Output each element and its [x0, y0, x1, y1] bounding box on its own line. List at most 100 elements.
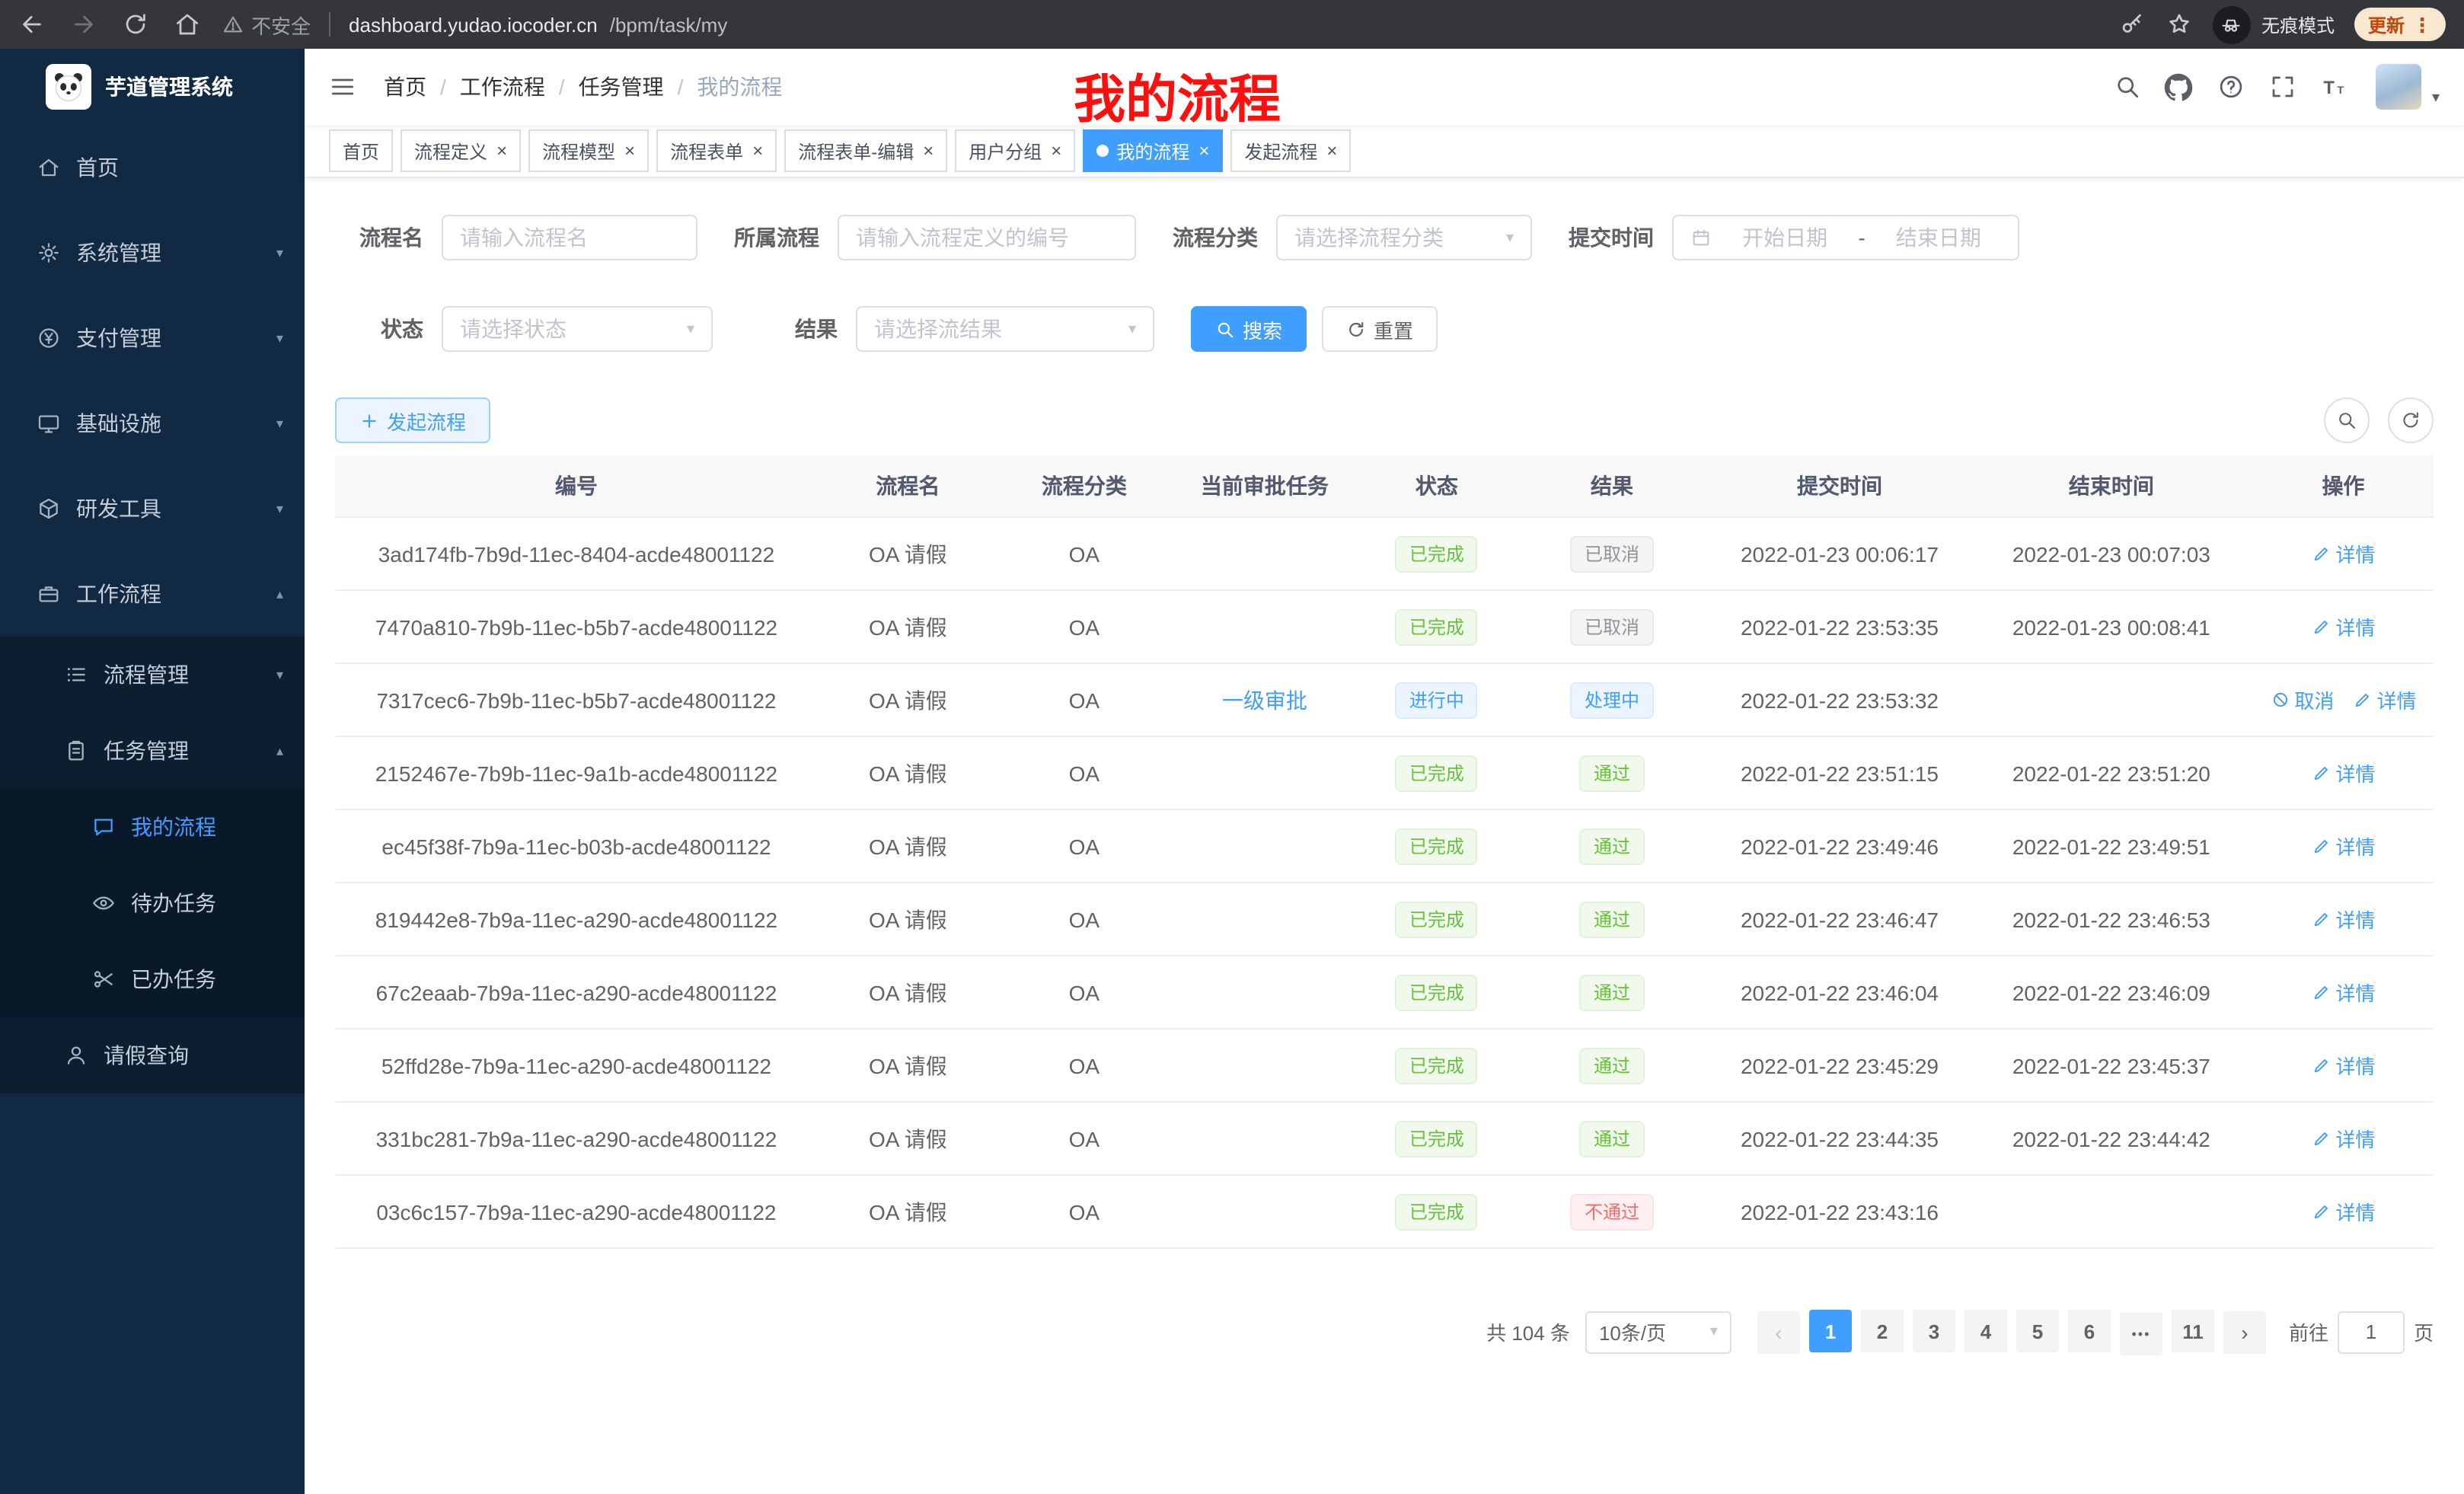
reset-button[interactable]: 重置	[1322, 306, 1438, 352]
page-size-select[interactable]: 10条/页▾	[1585, 1311, 1732, 1354]
github-icon[interactable]	[2156, 62, 2202, 111]
breadcrumb-item[interactable]: 工作流程	[460, 72, 545, 102]
sidebar-item-home[interactable]: 首页	[0, 125, 305, 210]
page-button-3[interactable]: 3	[1913, 1310, 1955, 1352]
font-size-icon[interactable]: TT	[2312, 62, 2357, 111]
goto-page-input[interactable]	[2338, 1311, 2405, 1354]
table-row: ec45f38f-7b9a-11ec-b03b-acde48001122OA 请…	[335, 809, 2434, 883]
browser-forward-icon[interactable]	[70, 11, 97, 38]
fullscreen-icon[interactable]	[2260, 62, 2306, 111]
cell-process-name: OA 请假	[818, 956, 998, 1029]
browser-update-button[interactable]: 更新 ⋮	[2354, 8, 2446, 41]
tab-process-form[interactable]: 流程表单×	[656, 129, 777, 172]
browser-back-icon[interactable]	[18, 11, 46, 38]
cell-end-time: 2022-01-22 23:45:37	[1970, 1029, 2253, 1102]
help-icon[interactable]	[2208, 62, 2254, 111]
sidebar-item-devtools[interactable]: 研发工具 ▾	[0, 466, 305, 551]
submit-time-range-picker[interactable]: 开始日期 - 结束日期	[1672, 215, 2019, 260]
search-button[interactable]: 搜索	[1191, 306, 1307, 352]
tab-process-definition[interactable]: 流程定义×	[401, 129, 521, 172]
page-button-6[interactable]: 6	[2068, 1310, 2111, 1352]
detail-action[interactable]: 详情	[2311, 612, 2375, 641]
detail-action[interactable]: 详情	[2311, 1197, 2375, 1226]
tab-process-model[interactable]: 流程模型×	[528, 129, 649, 172]
sidebar-item-workflow[interactable]: 工作流程 ▴	[0, 551, 305, 637]
detail-action[interactable]: 详情	[2311, 978, 2375, 1007]
sidebar-item-task-manage[interactable]: 任务管理 ▴	[0, 713, 305, 789]
breadcrumb-item[interactable]: 首页	[384, 72, 426, 102]
cell-actions: 详情	[2253, 590, 2434, 663]
browser-home-icon[interactable]	[174, 11, 201, 38]
logo-row[interactable]: 芋道管理系统	[0, 49, 305, 125]
search-icon[interactable]	[2105, 62, 2150, 111]
sidebar-item-my-process[interactable]: 我的流程	[0, 789, 305, 865]
browser-reload-icon[interactable]	[122, 11, 149, 38]
caret-down-icon[interactable]: ▾	[2432, 89, 2440, 106]
tab-home[interactable]: 首页	[329, 129, 393, 172]
page-button-11[interactable]: 11	[2172, 1310, 2214, 1352]
result-select[interactable]: 请选择流结果▾	[856, 306, 1154, 352]
detail-action[interactable]: 详情	[2311, 758, 2375, 787]
start-process-button[interactable]: 发起流程	[335, 397, 490, 443]
close-icon[interactable]: ×	[1051, 142, 1061, 160]
tab-process-form-edit[interactable]: 流程表单-编辑×	[784, 129, 947, 172]
parent-process-input[interactable]	[856, 225, 1118, 250]
close-icon[interactable]: ×	[624, 142, 635, 160]
sidebar-item-system[interactable]: 系统管理 ▾	[0, 210, 305, 295]
close-icon[interactable]: ×	[1198, 142, 1209, 160]
detail-action[interactable]: 详情	[2352, 685, 2416, 714]
column-header-submit-time: 提交时间	[1709, 455, 1970, 517]
status-tag: 已完成	[1396, 1193, 1478, 1230]
detail-action[interactable]: 详情	[2311, 1124, 2375, 1153]
tab-start-process[interactable]: 发起流程×	[1230, 129, 1351, 172]
page-button-2[interactable]: 2	[1861, 1310, 1904, 1352]
cell-process-id: 03c6c157-7b9a-11ec-a290-acde48001122	[335, 1175, 818, 1248]
prev-page-button[interactable]: ‹	[1757, 1311, 1800, 1354]
refresh-icon[interactable]	[2388, 397, 2434, 443]
close-icon[interactable]: ×	[496, 142, 507, 160]
sidebar-item-infrastructure[interactable]: 基础设施 ▾	[0, 381, 305, 466]
kebab-menu-icon[interactable]: ⋮	[2412, 14, 2432, 34]
breadcrumb-item[interactable]: 任务管理	[579, 72, 664, 102]
page-list: 123456•••11	[1805, 1310, 2219, 1355]
current-task-link[interactable]: 一级审批	[1222, 688, 1307, 712]
page-button-1[interactable]: 1	[1809, 1310, 1852, 1352]
status-select[interactable]: 请选择状态▾	[442, 306, 713, 352]
edit-icon	[2311, 1055, 2331, 1075]
sidebar-item-payment[interactable]: 支付管理 ▾	[0, 295, 305, 381]
bookmark-star-icon[interactable]	[2166, 11, 2193, 38]
hamburger-icon[interactable]	[329, 73, 356, 101]
home-icon	[37, 155, 61, 180]
column-header-end-time: 结束时间	[1970, 455, 2253, 517]
cancel-action[interactable]: 取消	[2270, 685, 2334, 714]
sidebar-item-process-manage[interactable]: 流程管理 ▾	[0, 637, 305, 713]
toggle-search-icon[interactable]	[2324, 397, 2370, 443]
cancel-icon	[2270, 690, 2290, 710]
close-icon[interactable]: ×	[1326, 142, 1337, 160]
user-avatar[interactable]	[2376, 64, 2421, 110]
sidebar-item-label: 已办任务	[131, 964, 216, 994]
detail-action[interactable]: 详情	[2311, 539, 2375, 568]
page-more-button[interactable]: •••	[2120, 1312, 2162, 1355]
address-bar[interactable]: 不安全 dashboard.yudao.iocoder.cn/bpm/task/…	[222, 10, 2118, 39]
tab-user-group[interactable]: 用户分组×	[955, 129, 1075, 172]
tab-my-process[interactable]: 我的流程×	[1083, 129, 1223, 172]
chevron-up-icon: ▴	[276, 742, 283, 759]
close-icon[interactable]: ×	[923, 142, 934, 160]
detail-action[interactable]: 详情	[2311, 905, 2375, 934]
sidebar-item-done-task[interactable]: 已办任务	[0, 941, 305, 1017]
close-icon[interactable]: ×	[752, 142, 763, 160]
category-select[interactable]: 请选择流程分类▾	[1276, 215, 1532, 260]
sidebar-item-leave-query[interactable]: 请假查询	[0, 1017, 305, 1093]
page-button-5[interactable]: 5	[2016, 1310, 2059, 1352]
column-header-name: 流程名	[818, 455, 998, 517]
detail-action[interactable]: 详情	[2311, 1051, 2375, 1080]
detail-action[interactable]: 详情	[2311, 832, 2375, 860]
next-page-button[interactable]: ›	[2223, 1311, 2266, 1354]
password-key-icon[interactable]	[2118, 11, 2146, 38]
cell-current-task	[1170, 1029, 1359, 1102]
sidebar-item-todo-task[interactable]: 待办任务	[0, 865, 305, 941]
process-name-input[interactable]	[460, 225, 679, 250]
url-path: /bpm/task/my	[610, 13, 728, 36]
page-button-4[interactable]: 4	[1964, 1310, 2007, 1352]
